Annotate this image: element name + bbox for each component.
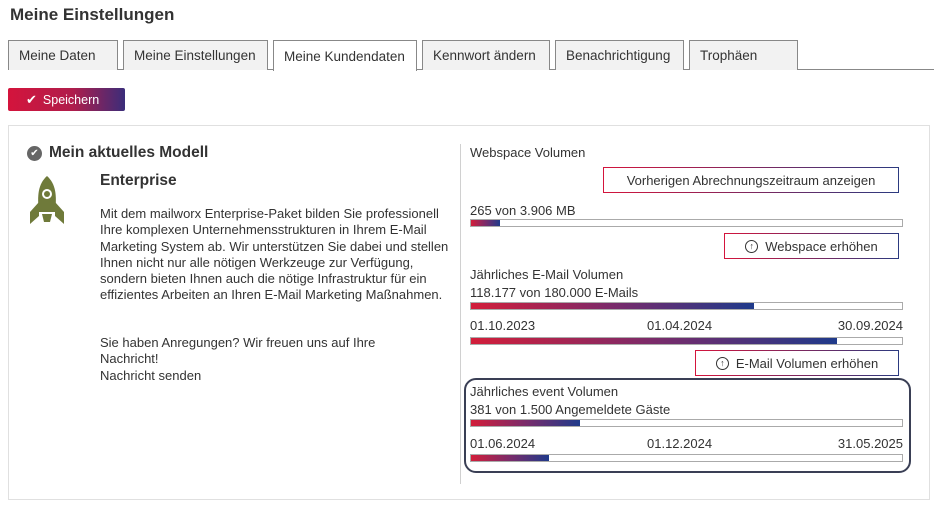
save-button[interactable]: ✔ Speichern [8,88,125,111]
plan-name: Enterprise [100,172,177,189]
plan-description: Mit dem mailworx Enterprise-Paket bilden… [100,206,449,303]
feedback-text: Sie haben Anregungen? Wir freuen uns auf… [100,335,420,384]
event-volume-usage: 381 von 1.500 Angemeldete Gäste [470,402,671,417]
event-period-fill [471,455,549,461]
tab-meine-einstellungen[interactable]: Meine Einstellungen [123,40,268,70]
webspace-usage-bar [470,219,903,227]
event-start-date: 01.06.2024 [470,436,536,451]
model-heading: ✔ Mein aktuelles Modell [27,144,457,162]
rocket-icon [27,174,67,237]
email-mid-date: 01.04.2024 [647,318,713,333]
usage-section: Webspace Volumen Vorherigen Abrechnungsz… [464,126,911,501]
event-volume-title: Jährliches event Volumen [470,384,619,399]
email-usage-bar [470,302,903,310]
tab-kennwort-aendern[interactable]: Kennwort ändern [422,40,550,70]
divider [460,144,461,484]
tab-trophaeen[interactable]: Trophäen [689,40,798,70]
email-volume-title: Jährliches E-Mail Volumen [470,267,624,282]
tab-meine-daten[interactable]: Meine Daten [8,40,118,70]
email-start-date: 01.10.2023 [470,318,536,333]
email-period-bar [470,337,903,345]
webspace-title: Webspace Volumen [470,145,586,160]
email-period-fill [471,338,838,344]
event-usage-fill [471,420,581,426]
tab-benachrichtigung[interactable]: Benachrichtigung [555,40,684,70]
event-period-bar [470,454,903,462]
event-mid-date: 01.12.2024 [647,436,713,451]
check-circle-icon: ✔ [27,145,42,161]
page-title: Meine Einstellungen [10,5,175,24]
webspace-usage-fill [471,220,501,226]
webspace-usage: 265 von 3.906 MB [470,203,576,218]
event-end-date: 31.05.2025 [837,436,903,451]
previous-period-button[interactable]: Vorherigen Abrechnungszeitraum anzeigen [603,167,899,193]
increase-webspace-button[interactable]: ↑ Webspace erhöhen [724,233,899,259]
send-message-link[interactable]: Nachricht senden [100,368,420,384]
subscription-panel: ✔ Mein aktuelles Modell Enterprise Mit d… [8,125,930,500]
increase-email-volume-button[interactable]: ↑ E-Mail Volumen erhöhen [695,350,899,376]
arrow-up-icon: ↑ [745,239,759,253]
tab-bar: Meine Daten Meine Einstellungen Meine Ku… [8,40,934,71]
email-end-date: 30.09.2024 [837,318,903,333]
event-usage-bar [470,419,903,427]
tab-meine-kundendaten[interactable]: Meine Kundendaten [273,40,417,71]
model-section: ✔ Mein aktuelles Modell Enterprise Mit d… [27,144,457,383]
check-icon: ✔ [26,91,37,107]
email-usage-fill [471,303,754,309]
email-volume-usage: 118.177 von 180.000 E-Mails [470,285,639,300]
arrow-up-icon: ↑ [715,356,729,370]
